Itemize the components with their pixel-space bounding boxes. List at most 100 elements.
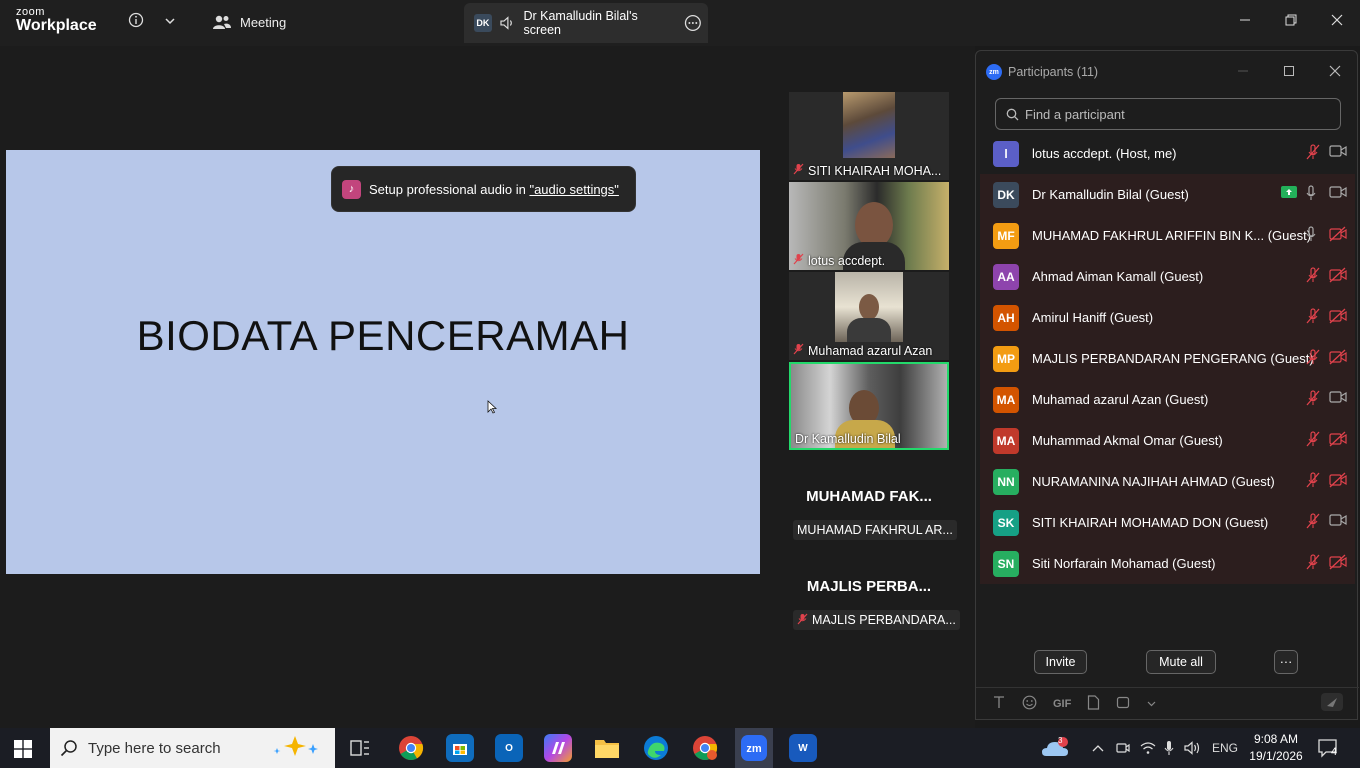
taskbar-search-input[interactable]: Type here to search [50, 728, 335, 768]
clock-date: 19/1/2026 [1249, 749, 1303, 763]
video-off-icon[interactable] [1329, 308, 1347, 324]
more-options-icon[interactable] [684, 14, 702, 32]
participant-row[interactable]: MP MAJLIS PERBANDARAN PENGERANG (Guest) [980, 338, 1355, 379]
slide-title: BIODATA PENCERAMAH [136, 312, 630, 359]
windows-start-icon[interactable] [14, 740, 32, 758]
video-on-icon[interactable] [1329, 185, 1347, 201]
participant-status-icons [1305, 431, 1347, 447]
meet-now-icon[interactable] [1116, 728, 1130, 768]
zoom-app-icon-active[interactable]: zm [735, 728, 773, 768]
participant-row[interactable]: SK SITI KHAIRAH MOHAMAD DON (Guest) [980, 502, 1355, 543]
volume-icon[interactable] [1184, 728, 1202, 768]
video-off-icon[interactable] [1329, 431, 1347, 447]
send-icon[interactable] [1321, 693, 1343, 714]
screen-share-tab[interactable]: DK Dr Kamalludin Bilal's screen [464, 3, 708, 43]
participant-status-icons [1305, 308, 1347, 324]
participant-avatar: SN [993, 550, 1019, 577]
text-format-icon[interactable] [992, 695, 1006, 712]
mic-muted-icon[interactable] [1305, 144, 1321, 160]
participant-row[interactable]: AH Amirul Haniff (Guest) [980, 297, 1355, 338]
participant-search-input[interactable]: Find a participant [995, 98, 1341, 130]
participant-name: NURAMANINA NAJIHAH AHMAD (Guest) [1032, 474, 1275, 489]
task-view-icon[interactable] [346, 734, 374, 762]
emoji-icon[interactable] [1022, 695, 1037, 713]
chevron-down-icon[interactable] [1147, 697, 1156, 711]
screenshot-icon[interactable] [1116, 695, 1131, 713]
panel-maximize-icon[interactable] [1280, 63, 1298, 81]
video-off-icon[interactable] [1329, 472, 1347, 488]
video-tile[interactable]: lotus accdept. [789, 182, 949, 270]
video-off-icon[interactable] [1329, 267, 1347, 283]
info-icon[interactable] [126, 12, 146, 32]
tile-name-text: Dr Kamalludin Bilal [795, 432, 901, 446]
participant-name: Muhamad azarul Azan (Guest) [1032, 392, 1209, 407]
panel-close-icon[interactable] [1326, 63, 1344, 81]
notification-count: 4 [1331, 746, 1338, 758]
more-button[interactable]: ··· [1274, 650, 1298, 674]
audio-settings-toast[interactable]: ♪ Setup professional audio in "audio set… [331, 166, 636, 212]
chrome-icon[interactable] [397, 734, 425, 762]
mic-muted-icon[interactable] [1305, 349, 1321, 365]
mic-muted-icon[interactable] [1305, 267, 1321, 283]
language-indicator[interactable]: ENG [1212, 728, 1238, 768]
edge-icon[interactable] [642, 734, 670, 762]
meeting-tab[interactable]: Meeting [212, 14, 286, 30]
video-tile-active-speaker[interactable]: Dr Kamalludin Bilal [789, 362, 949, 450]
file-icon[interactable] [1087, 694, 1100, 713]
participant-row[interactable]: MF MUHAMAD FAKHRUL ARIFFIN BIN K... (Gues… [980, 215, 1355, 256]
search-icon [60, 740, 77, 757]
microsoft-store-icon[interactable] [446, 734, 474, 762]
mic-muted-icon[interactable] [1305, 472, 1321, 488]
microphone-icon[interactable] [1164, 728, 1174, 768]
participants-icon [213, 15, 231, 29]
participant-status-icons [1305, 267, 1347, 283]
video-tile[interactable]: Muhamad azarul Azan [789, 272, 949, 360]
show-hidden-icons-icon[interactable] [1092, 728, 1104, 768]
mic-muted-icon[interactable] [1305, 513, 1321, 529]
participant-row[interactable]: MA Muhamad azarul Azan (Guest) [980, 379, 1355, 420]
video-on-icon[interactable] [1329, 513, 1347, 529]
video-off-icon[interactable] [1329, 349, 1347, 365]
wifi-icon[interactable] [1140, 728, 1156, 768]
mic-muted-icon[interactable] [1305, 431, 1321, 447]
meeting-label: Meeting [240, 14, 287, 30]
name-only-tile-chip[interactable]: MAJLIS PERBANDARA... [793, 610, 960, 630]
file-explorer-icon[interactable] [593, 734, 621, 762]
name-only-tile-chip[interactable]: MUHAMAD FAKHRUL AR... [793, 520, 957, 540]
clock[interactable]: 9:08 AM 19/1/2026 [1248, 731, 1304, 765]
chevron-down-icon[interactable] [160, 12, 180, 32]
mic-on-icon[interactable] [1305, 185, 1321, 201]
panel-minimize-icon[interactable] [1234, 63, 1252, 81]
video-tile[interactable]: SITI KHAIRAH MOHA... [789, 92, 949, 180]
video-off-icon[interactable] [1329, 554, 1347, 570]
audio-settings-link[interactable]: "audio settings" [529, 182, 618, 197]
participant-status-icons [1305, 472, 1347, 488]
mic-muted-icon[interactable] [1305, 554, 1321, 570]
video-off-icon[interactable] [1329, 226, 1347, 242]
participant-row[interactable]: MA Muhammad Akmal Omar (Guest) [980, 420, 1355, 461]
weather-icon[interactable] [1040, 728, 1070, 768]
participant-row[interactable]: DK Dr Kamalludin Bilal (Guest) [980, 174, 1355, 215]
gif-icon[interactable]: GIF [1053, 698, 1071, 710]
participant-row[interactable]: SN Siti Norfarain Mohamad (Guest) [980, 543, 1355, 584]
mic-on-icon[interactable] [1305, 226, 1321, 242]
mic-muted-icon[interactable] [1305, 308, 1321, 324]
video-on-icon[interactable] [1329, 144, 1347, 160]
close-icon[interactable] [1325, 10, 1349, 34]
participant-row[interactable]: l lotus accdept. (Host, me) [980, 133, 1355, 174]
copilot-icon[interactable] [544, 734, 572, 762]
word-icon[interactable]: W [789, 734, 817, 762]
chrome-profile-icon[interactable] [691, 734, 719, 762]
participant-row[interactable]: AA Ahmad Aiman Kamall (Guest) [980, 256, 1355, 297]
mute-all-button[interactable]: Mute all [1146, 650, 1216, 674]
invite-button[interactable]: Invite [1034, 650, 1087, 674]
participant-row[interactable]: NN NURAMANINA NAJIHAH AHMAD (Guest) [980, 461, 1355, 502]
title-bar: zoom Workplace Meeting DK Dr Kamalludin … [0, 0, 1360, 46]
music-note-icon: ♪ [342, 179, 361, 199]
video-on-icon[interactable] [1329, 390, 1347, 406]
restore-icon[interactable] [1279, 10, 1303, 34]
outlook-icon[interactable]: O [495, 734, 523, 762]
zoom-badge-icon: zm [986, 64, 1002, 80]
mic-muted-icon[interactable] [1305, 390, 1321, 406]
minimize-icon[interactable] [1233, 10, 1257, 34]
